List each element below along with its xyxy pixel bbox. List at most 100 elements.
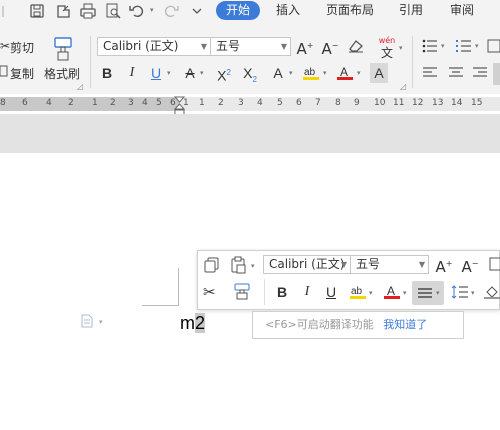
strikethrough-icon[interactable]: A bbox=[180, 63, 200, 83]
font-size-combo[interactable]: 五号 ▼ bbox=[210, 37, 291, 56]
char-shading-icon[interactable]: A bbox=[370, 63, 388, 83]
mini-grow-font-icon[interactable]: A+ bbox=[434, 254, 454, 276]
bullet-dropdown-icon[interactable]: ▾ bbox=[441, 42, 445, 50]
ruler-number: 14 bbox=[451, 98, 463, 108]
ruler-number: 8 bbox=[335, 98, 341, 108]
indent-icon[interactable] bbox=[484, 36, 500, 56]
justify-icon[interactable] bbox=[493, 63, 500, 85]
translate-char-label: 文 bbox=[380, 46, 393, 60]
svg-text:ab: ab bbox=[351, 286, 363, 297]
document-text[interactable]: m2 bbox=[180, 313, 206, 334]
ruler-number: 3 bbox=[238, 98, 244, 108]
copy-button[interactable]: 复制 bbox=[10, 65, 34, 82]
font-name-value: Calibri (正文) bbox=[103, 39, 179, 53]
output-icon[interactable] bbox=[54, 2, 72, 20]
chevron-down-icon: ▼ bbox=[418, 260, 425, 269]
strikethrough-dropdown-icon[interactable]: ▾ bbox=[200, 69, 204, 77]
paragraph-layout-icon[interactable] bbox=[80, 314, 94, 331]
shrink-font-icon[interactable]: A− bbox=[320, 36, 340, 58]
undo-icon[interactable] bbox=[128, 2, 146, 20]
chevron-down-icon: ▼ bbox=[280, 42, 287, 51]
align-left-icon[interactable] bbox=[420, 63, 440, 83]
paste-dropdown-icon[interactable]: ▾ bbox=[251, 262, 255, 270]
numbered-list-icon[interactable] bbox=[454, 36, 474, 56]
save-icon[interactable] bbox=[28, 2, 46, 20]
mini-highlight-icon[interactable]: ab bbox=[348, 282, 368, 302]
text-effect-icon[interactable]: A bbox=[268, 63, 288, 83]
mini-shrink-font-icon[interactable]: A− bbox=[460, 254, 480, 276]
ribbon-separator bbox=[412, 36, 413, 88]
ruler-number: 4 bbox=[142, 98, 148, 108]
mini-separator bbox=[264, 279, 265, 305]
ruler-number: 3 bbox=[128, 98, 134, 108]
paragraph-layout-dropdown-icon[interactable]: ▾ bbox=[99, 318, 103, 326]
bullet-list-icon[interactable] bbox=[420, 36, 440, 56]
ruler-number: 8 bbox=[0, 98, 6, 108]
ruler-number: 12 bbox=[412, 98, 424, 108]
mini-bold-button[interactable]: B bbox=[272, 282, 292, 302]
tab-insert[interactable]: 插入 bbox=[276, 1, 300, 20]
mini-underline-button[interactable]: U bbox=[321, 282, 341, 302]
mini-line-spacing-icon[interactable] bbox=[450, 282, 470, 302]
tab-page-layout[interactable]: 页面布局 bbox=[326, 1, 374, 20]
redo-icon[interactable] bbox=[162, 2, 180, 20]
paste-icon[interactable] bbox=[229, 256, 247, 277]
mini-font-size-combo[interactable]: 五号 ▼ bbox=[350, 255, 429, 274]
mini-align-button[interactable]: ▾ bbox=[412, 281, 444, 305]
ruler-number: 5 bbox=[277, 98, 283, 108]
ruler-number: 11 bbox=[393, 98, 405, 108]
customize-dropdown-icon[interactable] bbox=[188, 2, 206, 20]
cut-button[interactable]: 剪切 bbox=[10, 39, 34, 56]
mini-highlight-dropdown-icon[interactable]: ▾ bbox=[369, 289, 373, 297]
translation-hint-tooltip: <F6>可启动翻译功能 我知道了 bbox=[252, 311, 464, 339]
mini-font-color-icon[interactable]: A bbox=[382, 282, 402, 302]
mini-font-color-dropdown-icon[interactable]: ▾ bbox=[403, 289, 407, 297]
tab-review[interactable]: 审阅 bbox=[450, 1, 474, 20]
mini-style-icon[interactable] bbox=[486, 254, 500, 274]
ruler-number: 5 bbox=[156, 98, 162, 108]
mini-format-painter-icon[interactable] bbox=[233, 282, 251, 303]
font-color-dropdown-icon[interactable]: ▾ bbox=[357, 69, 361, 77]
font-color-icon[interactable]: A bbox=[335, 63, 355, 83]
translate-dropdown-icon[interactable]: ▾ bbox=[399, 44, 403, 52]
svg-text:ab: ab bbox=[304, 67, 316, 78]
mini-fill-icon[interactable] bbox=[482, 282, 500, 302]
chevron-down-icon: ▼ bbox=[340, 260, 347, 269]
print-preview-icon[interactable] bbox=[104, 2, 122, 20]
superscript-icon[interactable]: X2 bbox=[214, 63, 234, 84]
highlight-icon[interactable]: ab bbox=[301, 63, 321, 83]
text-effect-dropdown-icon[interactable]: ▾ bbox=[289, 69, 293, 77]
menu-separator-icon bbox=[0, 2, 18, 20]
mini-font-name-combo[interactable]: Calibri (正文) ▼ bbox=[263, 255, 351, 274]
align-center-icon[interactable] bbox=[446, 63, 466, 83]
grow-font-icon[interactable]: A+ bbox=[295, 36, 315, 58]
underline-button[interactable]: U bbox=[146, 63, 166, 83]
mini-font-name-value: Calibri (正文) bbox=[269, 257, 345, 271]
font-name-combo[interactable]: Calibri (正文) ▼ bbox=[97, 37, 211, 56]
undo-dropdown-icon[interactable]: ▾ bbox=[150, 6, 154, 14]
format-painter-icon[interactable] bbox=[52, 36, 74, 65]
ribbon: ✂ 剪切 复制 格式刷 ◿ Calibri (正文) ▼ 五号 ▼ A+ A− … bbox=[0, 22, 500, 95]
underline-dropdown-icon[interactable]: ▾ bbox=[167, 69, 171, 77]
dismiss-hint-link[interactable]: 我知道了 bbox=[383, 318, 427, 331]
tab-references[interactable]: 引用 bbox=[399, 1, 423, 20]
mini-cut-icon[interactable]: ✂ bbox=[203, 283, 216, 301]
font-launcher-icon[interactable]: ◿ bbox=[400, 82, 406, 91]
bold-button[interactable]: B bbox=[97, 63, 117, 83]
tab-start[interactable]: 开始 bbox=[216, 1, 260, 20]
copy-icon[interactable] bbox=[203, 256, 221, 277]
ruler-number: 2 bbox=[68, 98, 74, 108]
subscript-icon[interactable]: X2 bbox=[240, 63, 260, 84]
clear-format-icon[interactable] bbox=[346, 36, 366, 56]
ribbon-separator bbox=[90, 36, 91, 88]
clipboard-launcher-icon[interactable]: ◿ bbox=[77, 82, 83, 91]
highlight-dropdown-icon[interactable]: ▾ bbox=[323, 69, 327, 77]
align-right-icon[interactable] bbox=[470, 63, 490, 83]
mini-line-spacing-dropdown-icon[interactable]: ▾ bbox=[471, 289, 475, 297]
print-icon[interactable] bbox=[79, 2, 97, 20]
italic-button[interactable]: I bbox=[122, 63, 142, 83]
mini-align-dropdown-icon[interactable]: ▾ bbox=[436, 289, 440, 297]
format-painter-label: 格式刷 bbox=[44, 67, 81, 81]
mini-italic-button[interactable]: I bbox=[297, 282, 317, 302]
numbered-dropdown-icon[interactable]: ▾ bbox=[475, 42, 479, 50]
